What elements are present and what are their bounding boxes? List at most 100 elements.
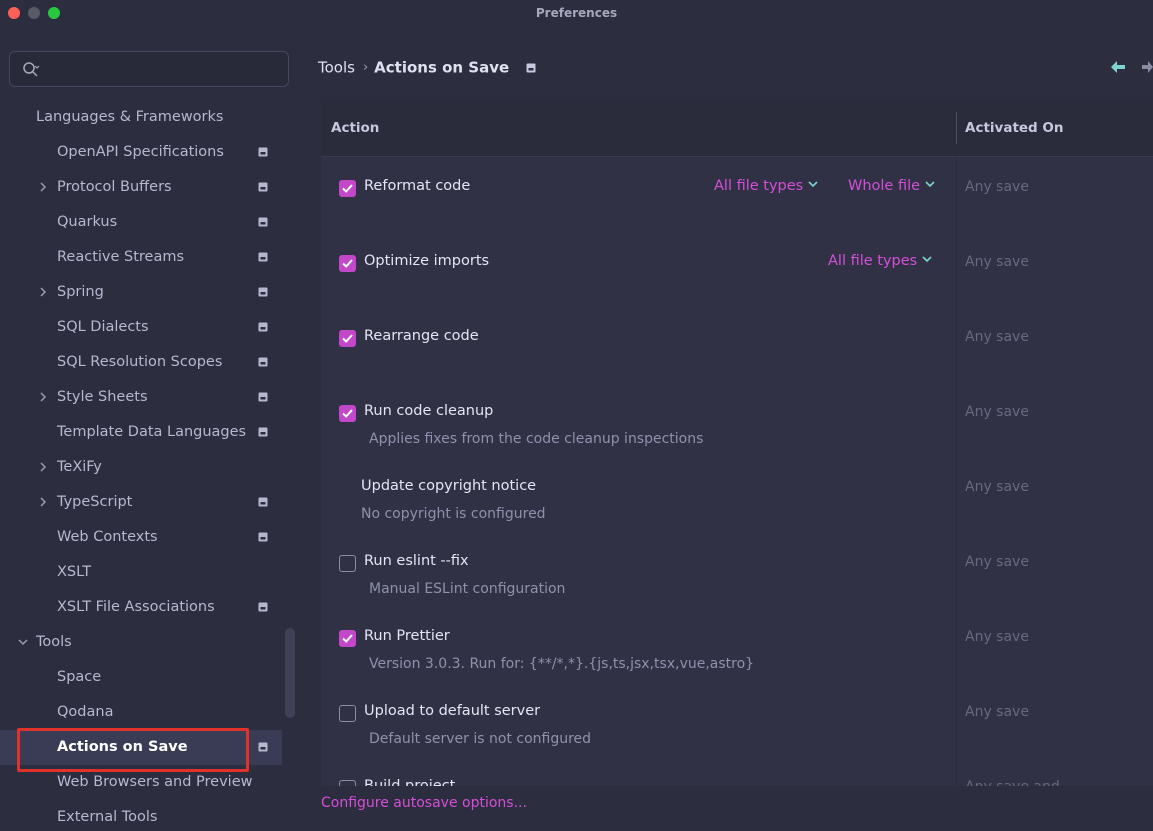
table-row[interactable]: Run code cleanup Applies fixes from the c… [321, 390, 1153, 465]
sidebar-item[interactable]: Style Sheets [0, 380, 282, 415]
chevron-down-icon [925, 181, 935, 188]
sidebar-item-label: External Tools [57, 809, 158, 825]
scope-dropdown[interactable]: All file types [714, 178, 818, 194]
sidebar-item[interactable]: Tools [0, 625, 282, 660]
sidebar-item-label: SQL Resolution Scopes [57, 354, 223, 370]
configure-autosave-link[interactable]: Configure autosave options... [321, 795, 527, 811]
breadcrumb-current: Actions on Save [374, 58, 510, 77]
project-scope-icon [258, 357, 268, 367]
scope-dropdown[interactable]: Whole file [848, 178, 935, 194]
activated-on-value[interactable]: Any save [965, 479, 1029, 495]
sidebar-item[interactable]: Reactive Streams [0, 240, 282, 275]
activated-on-value[interactable]: Any save [965, 704, 1029, 720]
sidebar-item[interactable]: Template Data Languages [0, 415, 282, 450]
action-checkbox[interactable] [339, 555, 356, 572]
project-scope-icon [258, 287, 268, 297]
action-description: Applies fixes from the code cleanup insp… [369, 431, 704, 447]
sidebar-item[interactable]: Quarkus [0, 205, 282, 240]
sidebar-item[interactable]: Languages & Frameworks [0, 100, 282, 135]
sidebar-item-label: Spring [57, 284, 104, 300]
activated-on-value[interactable]: Any save [965, 629, 1029, 645]
sidebar-item-label: SQL Dialects [57, 319, 149, 335]
chevron-right-icon[interactable] [37, 286, 49, 298]
sidebar-item-label: TypeScript [57, 494, 133, 510]
sidebar-item-label: XSLT [57, 564, 92, 580]
project-scope-icon [258, 427, 268, 437]
sidebar-item[interactable]: External Tools [0, 800, 282, 831]
sidebar-item[interactable]: SQL Dialects [0, 310, 282, 345]
project-scope-icon [258, 532, 268, 542]
sidebar-item-label: Protocol Buffers [57, 179, 172, 195]
project-scope-icon [258, 322, 268, 332]
action-checkbox[interactable] [339, 405, 356, 422]
sidebar-item[interactable]: Protocol Buffers [0, 170, 282, 205]
scope-dropdown[interactable]: All file types [828, 253, 932, 269]
project-scope-icon [258, 252, 268, 262]
sidebar-item[interactable]: OpenAPI Specifications [0, 135, 282, 170]
sidebar-item-label: Space [57, 669, 102, 685]
table-row[interactable]: Build project Any save and [321, 765, 1153, 786]
sidebar-item[interactable]: Space [0, 660, 282, 695]
column-header-activated-on[interactable]: Activated On [965, 120, 1064, 136]
action-title: Run code cleanup [364, 403, 494, 419]
back-arrow-icon[interactable] [1110, 60, 1126, 74]
sidebar-item-label: Style Sheets [57, 389, 148, 405]
chevron-down-icon[interactable] [17, 636, 29, 648]
settings-search-input[interactable] [50, 58, 280, 80]
table-row[interactable]: Run Prettier Version 3.0.3. Run for: {**/… [321, 615, 1153, 690]
sidebar-item[interactable]: TypeScript [0, 485, 282, 520]
activated-on-value[interactable]: Any save [965, 329, 1029, 345]
sidebar-scrollbar[interactable] [285, 628, 295, 718]
table-row[interactable]: Run eslint --fix Manual ESLint configurat… [321, 540, 1153, 615]
action-checkbox[interactable] [339, 705, 356, 722]
sidebar-item-label: Quarkus [57, 214, 118, 230]
breadcrumb-parent[interactable]: Tools [318, 59, 355, 77]
column-divider[interactable] [956, 112, 957, 144]
activated-on-value[interactable]: Any save [965, 554, 1029, 570]
action-title: Build project [364, 778, 456, 786]
project-scope-icon [258, 217, 268, 227]
table-row[interactable]: Optimize imports All file types Any save [321, 240, 1153, 315]
table-row[interactable]: Upload to default server Default server i… [321, 690, 1153, 765]
project-scope-icon [258, 602, 268, 612]
sidebar-item-label: XSLT File Associations [57, 599, 215, 615]
activated-on-value[interactable]: Any save [965, 254, 1029, 270]
chevron-right-icon[interactable] [37, 461, 49, 473]
activated-on-value[interactable]: Any save [965, 404, 1029, 420]
sidebar-item[interactable]: Web Contexts [0, 520, 282, 555]
forward-arrow-icon[interactable] [1142, 60, 1153, 74]
check-icon [342, 334, 353, 343]
action-title: Optimize imports [364, 253, 490, 269]
action-title: Run eslint --fix [364, 553, 469, 569]
chevron-down-icon [922, 256, 932, 263]
action-description: Default server is not configured [369, 731, 592, 747]
action-checkbox[interactable] [339, 180, 356, 197]
activated-on-value[interactable]: Any save [965, 179, 1029, 195]
action-checkbox[interactable] [339, 255, 356, 272]
action-title: Rearrange code [364, 328, 479, 344]
table-row[interactable]: Reformat code All file types Whole file Any… [321, 165, 1153, 240]
sidebar-item-label: Tools [36, 634, 72, 650]
action-checkbox[interactable] [339, 780, 356, 786]
settings-search-box[interactable] [9, 51, 289, 87]
sidebar-item[interactable]: SQL Resolution Scopes [0, 345, 282, 380]
sidebar-item[interactable]: Qodana [0, 695, 282, 730]
chevron-right-icon[interactable] [37, 391, 49, 403]
check-icon [342, 259, 353, 268]
chevron-right-icon[interactable] [37, 181, 49, 193]
action-description: Manual ESLint configuration [369, 581, 566, 597]
table-row[interactable]: Rearrange code Any save [321, 315, 1153, 390]
project-scope-icon [258, 497, 268, 507]
sidebar-item[interactable]: TeXiFy [0, 450, 282, 485]
actions-on-save-table: Action Activated On Reformat code All fil… [321, 100, 1153, 786]
column-header-action[interactable]: Action [331, 120, 379, 136]
sidebar-item[interactable]: Spring [0, 275, 282, 310]
action-checkbox[interactable] [339, 330, 356, 347]
project-scope-icon [258, 742, 268, 752]
sidebar-item[interactable]: XSLT [0, 555, 282, 590]
action-checkbox[interactable] [339, 630, 356, 647]
table-row[interactable]: Update copyright notice No copyright is c… [321, 465, 1153, 540]
chevron-right-icon[interactable] [37, 496, 49, 508]
sidebar-item[interactable]: XSLT File Associations [0, 590, 282, 625]
activated-on-value[interactable]: Any save and [965, 779, 1060, 786]
